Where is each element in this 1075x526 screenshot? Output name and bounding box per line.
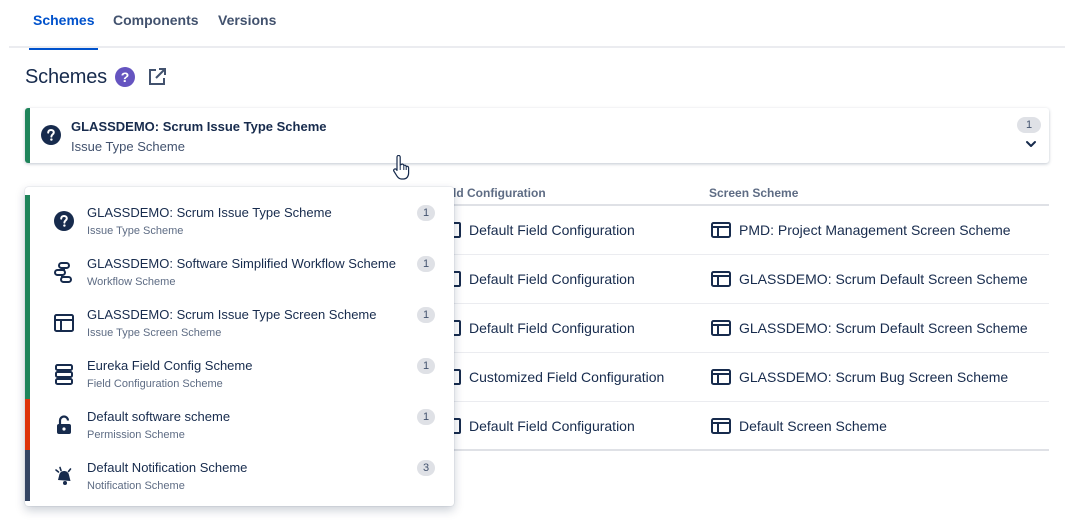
page-header: Schemes ?	[25, 65, 167, 89]
notification-icon	[55, 466, 72, 485]
screen-scheme-icon	[711, 369, 731, 385]
dropdown-item-notification-scheme[interactable]: Default Notification Scheme Notification…	[25, 450, 454, 501]
dropdown-item-issue-type-scheme[interactable]: GLASSDEMO: Scrum Issue Type Scheme Issue…	[25, 195, 454, 246]
screen-scheme-icon	[711, 418, 731, 434]
tab-components[interactable]: Components	[113, 12, 199, 48]
screen-scheme-cell[interactable]: GLASSDEMO: Scrum Default Screen Scheme	[711, 320, 1028, 336]
screen-scheme-cell[interactable]: GLASSDEMO: Scrum Default Screen Scheme	[711, 271, 1028, 287]
field-configuration-name: Default Field Configuration	[469, 222, 635, 238]
tab-schemes[interactable]: Schemes	[28, 12, 100, 50]
column-header-field-configuration: ld Configuration	[453, 186, 546, 200]
screen-scheme-name: GLASSDEMO: Scrum Default Screen Scheme	[739, 271, 1028, 287]
dropdown-item-field-configuration-scheme[interactable]: Eureka Field Config Scheme Field Configu…	[25, 348, 454, 399]
hand-cursor-icon	[393, 155, 410, 180]
dropdown-item-subtitle: Notification Scheme	[87, 480, 185, 492]
dropdown-item-title: Eureka Field Config Scheme	[87, 358, 253, 373]
field-configuration-cell[interactable]: Customized Field Configuration	[449, 369, 664, 385]
selected-scheme-count-badge: 1	[1017, 117, 1041, 133]
screen-scheme-cell[interactable]: GLASSDEMO: Scrum Bug Screen Scheme	[711, 369, 1008, 385]
dropdown-item-issue-type-screen-scheme[interactable]: GLASSDEMO: Scrum Issue Type Screen Schem…	[25, 297, 454, 348]
dropdown-item-subtitle: Workflow Scheme	[87, 276, 176, 288]
field-configuration-cell[interactable]: Default Field Configuration	[449, 222, 635, 238]
workflow-icon	[54, 262, 72, 283]
screen-scheme-icon	[711, 222, 731, 238]
page-title: Schemes	[25, 65, 107, 88]
dropdown-item-subtitle: Permission Scheme	[87, 429, 185, 441]
field-configuration-cell[interactable]: Default Field Configuration	[449, 320, 635, 336]
field-configuration-cell[interactable]: Default Field Configuration	[449, 271, 635, 287]
screen-scheme-icon	[711, 320, 731, 336]
column-header-screen-scheme: Screen Scheme	[709, 186, 799, 200]
dropdown-item-title: GLASSDEMO: Scrum Issue Type Screen Schem…	[87, 307, 377, 322]
dropdown-item-count-badge: 1	[417, 256, 435, 272]
selected-scheme-title: GLASSDEMO: Scrum Issue Type Scheme	[71, 119, 327, 134]
screen-scheme-name: PMD: Project Management Screen Scheme	[739, 222, 1011, 238]
screen-scheme-cell[interactable]: PMD: Project Management Screen Scheme	[711, 222, 1011, 238]
dropdown-item-count-badge: 1	[417, 205, 435, 221]
selected-scheme-type: Issue Type Scheme	[71, 139, 185, 154]
unlock-icon	[57, 415, 71, 434]
screen-scheme-icon	[711, 271, 731, 287]
screen-scheme-name: GLASSDEMO: Scrum Default Screen Scheme	[739, 320, 1028, 336]
dropdown-item-title: Default Notification Scheme	[87, 460, 248, 475]
field-configuration-name: Default Field Configuration	[469, 271, 635, 287]
question-icon	[54, 211, 74, 231]
chevron-down-icon[interactable]	[1025, 138, 1037, 150]
field-configuration-name: Default Field Configuration	[469, 418, 635, 434]
help-icon[interactable]: ?	[114, 67, 135, 87]
dropdown-item-title: GLASSDEMO: Software Simplified Workflow …	[87, 256, 396, 271]
dropdown-item-count-badge: 3	[417, 460, 435, 476]
external-link-icon[interactable]	[147, 67, 167, 87]
field-config-icon	[55, 364, 73, 385]
dropdown-item-count-badge: 1	[417, 409, 435, 425]
dropdown-item-permission-scheme[interactable]: Default software scheme Permission Schem…	[25, 399, 454, 450]
dropdown-item-subtitle: Field Configuration Scheme	[87, 378, 223, 390]
dropdown-item-title: Default software scheme	[87, 409, 231, 424]
tab-versions[interactable]: Versions	[218, 12, 276, 48]
field-configuration-name: Default Field Configuration	[469, 320, 635, 336]
dropdown-item-workflow-scheme[interactable]: GLASSDEMO: Software Simplified Workflow …	[25, 246, 454, 297]
scheme-dropdown-menu: GLASSDEMO: Scrum Issue Type Scheme Issue…	[25, 187, 454, 506]
screen-scheme-name: Default Screen Scheme	[739, 418, 887, 434]
field-configuration-cell[interactable]: Default Field Configuration	[449, 418, 635, 434]
screen-scheme-icon	[54, 314, 74, 332]
scheme-selector[interactable]: GLASSDEMO: Scrum Issue Type Scheme Issue…	[25, 108, 1049, 163]
screen-scheme-cell[interactable]: Default Screen Scheme	[711, 418, 887, 434]
field-configuration-name: Customized Field Configuration	[469, 369, 665, 385]
tab-bar: Schemes Components Versions	[9, 0, 1065, 50]
dropdown-item-count-badge: 1	[417, 307, 435, 323]
dropdown-item-count-badge: 1	[417, 358, 435, 374]
question-icon	[41, 125, 61, 145]
dropdown-item-title: GLASSDEMO: Scrum Issue Type Scheme	[87, 205, 332, 220]
dropdown-item-subtitle: Issue Type Screen Scheme	[87, 327, 222, 339]
dropdown-item-subtitle: Issue Type Scheme	[87, 225, 184, 237]
screen-scheme-name: GLASSDEMO: Scrum Bug Screen Scheme	[739, 369, 1009, 385]
